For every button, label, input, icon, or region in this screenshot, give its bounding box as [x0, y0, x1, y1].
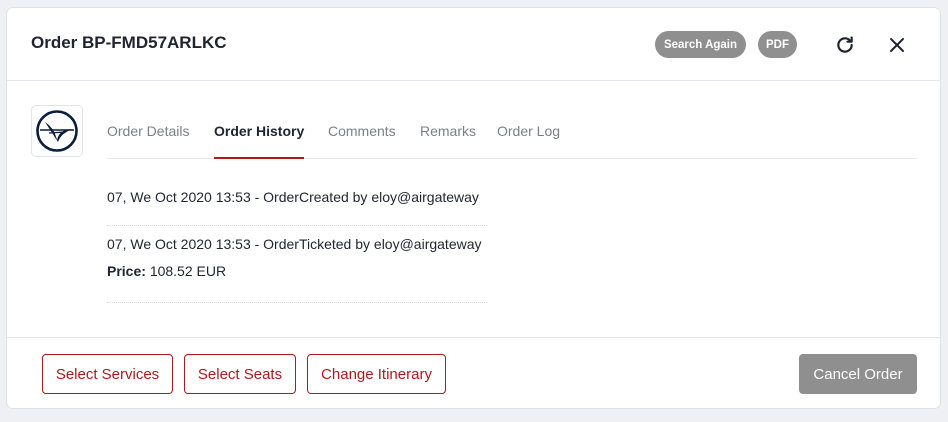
price-row: Price: 108.52 EUR [107, 262, 487, 280]
select-services-button[interactable]: Select Services [42, 354, 173, 394]
pdf-button[interactable]: PDF [758, 31, 797, 58]
history-entry: 07, We Oct 2020 13:53 - OrderTicketed by… [107, 226, 487, 303]
airline-logo [31, 105, 83, 157]
history-entry-text: 07, We Oct 2020 13:53 - OrderCreated by … [107, 189, 479, 205]
search-again-button[interactable]: Search Again [655, 31, 746, 58]
order-tabs: Order Details Order History Comments Rem… [107, 112, 917, 159]
modal-title: Order BP-FMD57ARLKC [31, 33, 227, 52]
modal-header: Order BP-FMD57ARLKC Search Again PDF [7, 8, 940, 81]
tab-order-history[interactable]: Order History [214, 123, 304, 159]
price-value: 108.52 EUR [149, 263, 227, 279]
tab-order-details[interactable]: Order Details [107, 123, 189, 159]
history-entry-text: 07, We Oct 2020 13:53 - OrderTicketed by… [107, 236, 482, 252]
select-seats-button[interactable]: Select Seats [184, 354, 296, 394]
tab-remarks[interactable]: Remarks [420, 123, 476, 159]
tab-comments[interactable]: Comments [328, 123, 396, 159]
change-itinerary-button[interactable]: Change Itinerary [307, 354, 446, 394]
refresh-icon[interactable] [832, 32, 858, 58]
tab-order-log[interactable]: Order Log [497, 123, 560, 159]
airline-crane-logo-icon [36, 110, 78, 152]
order-history-list: 07, We Oct 2020 13:53 - OrderCreated by … [107, 188, 487, 303]
close-icon[interactable] [884, 32, 910, 58]
modal-footer: Select Services Select Seats Change Itin… [7, 337, 940, 408]
order-modal: Order BP-FMD57ARLKC Search Again PDF Ord… [6, 7, 941, 409]
history-entry: 07, We Oct 2020 13:53 - OrderCreated by … [107, 188, 487, 226]
cancel-order-button[interactable]: Cancel Order [799, 354, 917, 394]
price-label: Price: [107, 263, 146, 279]
